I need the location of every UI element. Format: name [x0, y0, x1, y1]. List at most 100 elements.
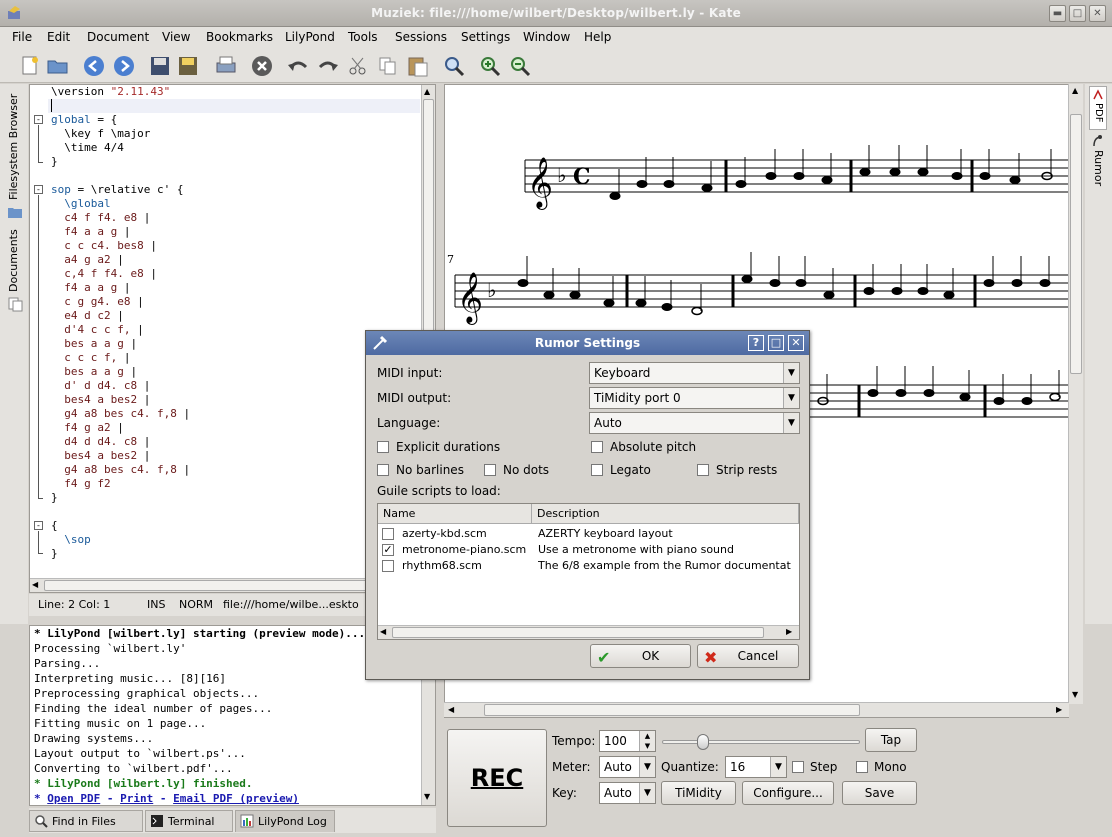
print-link[interactable]: Print	[120, 792, 153, 805]
maximize-icon[interactable]: □	[768, 335, 784, 351]
tempo-slider[interactable]	[662, 740, 860, 744]
find-icon[interactable]	[442, 54, 466, 78]
fold-marker[interactable]: -	[34, 521, 43, 530]
step-checkbox[interactable]	[792, 761, 804, 773]
back-icon[interactable]	[82, 54, 106, 78]
scroll-left-icon[interactable]: ◀	[380, 627, 386, 636]
menu-tools[interactable]: Tools	[348, 30, 378, 44]
scroll-left-icon[interactable]: ◀	[32, 580, 38, 589]
tab-documents[interactable]: Documents	[7, 228, 20, 292]
scroll-right-icon[interactable]: ▶	[786, 627, 792, 636]
zoom-out-icon[interactable]	[508, 54, 532, 78]
list-item[interactable]: ✓ metronome-piano.scm Use a metronome wi…	[378, 542, 799, 558]
new-document-icon[interactable]	[18, 54, 42, 78]
list-item[interactable]: azerty-kbd.scm AZERTY keyboard layout	[378, 526, 799, 542]
midi-input-combo[interactable]: Keyboard ▼	[589, 362, 800, 384]
minimize-button[interactable]: ▬	[1049, 5, 1066, 22]
menu-help[interactable]: Help	[584, 30, 611, 44]
zoom-in-icon[interactable]	[478, 54, 502, 78]
chevron-down-icon[interactable]: ▼	[783, 363, 799, 383]
save-icon[interactable]	[148, 54, 172, 78]
menu-settings[interactable]: Settings	[461, 30, 510, 44]
guile-scripts-list[interactable]: Name Description azerty-kbd.scm AZERTY k…	[377, 503, 800, 640]
cut-icon[interactable]	[346, 54, 370, 78]
no-dots-checkbox[interactable]	[484, 464, 496, 476]
open-folder-icon[interactable]	[46, 54, 70, 78]
folder-icon[interactable]	[7, 204, 23, 220]
redo-icon[interactable]	[316, 54, 340, 78]
quantize-combo[interactable]: 16 ▼	[725, 756, 787, 778]
tab-terminal[interactable]: Terminal	[145, 810, 233, 832]
spin-arrows-icon[interactable]: ▲ ▼	[639, 731, 655, 751]
scroll-left-icon[interactable]: ◀	[448, 705, 454, 714]
scroll-right-icon[interactable]: ▶	[1056, 705, 1062, 714]
menu-lilypond[interactable]: LilyPond	[285, 30, 335, 44]
undo-icon[interactable]	[286, 54, 310, 78]
save-all-icon[interactable]	[176, 54, 200, 78]
insert-mode[interactable]: INS	[147, 598, 165, 611]
no-barlines-checkbox[interactable]	[377, 464, 389, 476]
editor-horizontal-scrollbar[interactable]: ◀ ▶	[30, 578, 422, 592]
menu-file[interactable]: File	[12, 30, 32, 44]
save-button[interactable]: Save	[842, 781, 917, 805]
tempo-spinbox[interactable]: 100 ▲ ▼	[599, 730, 656, 752]
absolute-pitch-checkbox[interactable]	[591, 441, 603, 453]
fold-marker[interactable]: -	[34, 185, 43, 194]
language-combo[interactable]: Auto ▼	[589, 412, 800, 434]
configure-button[interactable]: Configure...	[742, 781, 834, 805]
tab-find-in-files[interactable]: Find in Files	[29, 810, 143, 832]
tab-filesystem-browser[interactable]: Filesystem Browser	[7, 88, 20, 200]
help-icon[interactable]: ?	[748, 335, 764, 351]
email-pdf-link[interactable]: Email PDF (preview)	[173, 792, 299, 805]
tab-lilypond-log[interactable]: LilyPond Log	[235, 810, 335, 832]
legato-checkbox[interactable]	[591, 464, 603, 476]
script-checkbox[interactable]	[382, 560, 394, 572]
close-icon[interactable]: ✕	[788, 335, 804, 351]
tab-rumor[interactable]: Rumor	[1089, 132, 1107, 198]
lilypond-source[interactable]: \version "2.11.43" global = { \key f \ma…	[51, 85, 190, 561]
forward-icon[interactable]	[112, 54, 136, 78]
tab-pdf[interactable]: PDF	[1089, 86, 1107, 130]
scroll-down-icon[interactable]: ▼	[424, 792, 430, 801]
chevron-down-icon[interactable]: ▼	[783, 388, 799, 408]
scroll-up-icon[interactable]: ▲	[1072, 86, 1078, 95]
scroll-down-icon[interactable]: ▼	[1072, 690, 1078, 699]
key-combo[interactable]: Auto ▼	[599, 782, 656, 804]
close-window-button[interactable]: ✕	[1089, 5, 1106, 22]
menu-view[interactable]: View	[162, 30, 190, 44]
print-icon[interactable]	[214, 54, 238, 78]
menu-bookmarks[interactable]: Bookmarks	[206, 30, 273, 44]
chevron-down-icon[interactable]: ▼	[639, 783, 655, 803]
chevron-down-icon[interactable]: ▼	[783, 413, 799, 433]
menu-edit[interactable]: Edit	[47, 30, 70, 44]
maximize-button[interactable]: □	[1069, 5, 1086, 22]
fold-marker[interactable]: -	[34, 115, 43, 124]
chevron-down-icon[interactable]: ▼	[770, 757, 786, 777]
mono-checkbox[interactable]	[856, 761, 868, 773]
copy-icon[interactable]	[376, 54, 400, 78]
menu-window[interactable]: Window	[523, 30, 570, 44]
cancel-button[interactable]: ✖ Cancel	[697, 644, 799, 668]
tap-button[interactable]: Tap	[865, 728, 917, 752]
chevron-down-icon[interactable]: ▼	[639, 757, 655, 777]
strip-rests-checkbox[interactable]	[697, 464, 709, 476]
scroll-up-icon[interactable]: ▲	[424, 87, 430, 96]
preview-vertical-scrollbar[interactable]: ▲ ▼	[1068, 84, 1083, 704]
script-checkbox-checked[interactable]: ✓	[382, 544, 394, 556]
column-header-name[interactable]: Name	[378, 504, 532, 524]
documents-icon[interactable]	[7, 296, 23, 312]
preview-horizontal-scrollbar[interactable]: ◀ ▶	[444, 702, 1069, 717]
column-header-description[interactable]: Description	[532, 504, 799, 524]
script-checkbox[interactable]	[382, 528, 394, 540]
tempo-slider-handle[interactable]	[697, 734, 709, 750]
menu-document[interactable]: Document	[87, 30, 149, 44]
ok-button[interactable]: ✔ OK	[590, 644, 691, 668]
meter-combo[interactable]: Auto ▼	[599, 756, 656, 778]
menu-sessions[interactable]: Sessions	[395, 30, 447, 44]
scripts-hscrollbar[interactable]: ◀ ▶	[378, 625, 799, 639]
close-document-icon[interactable]	[250, 54, 274, 78]
list-item[interactable]: rhythm68.scm The 6/8 example from the Ru…	[378, 558, 799, 574]
explicit-durations-checkbox[interactable]	[377, 441, 389, 453]
paste-icon[interactable]	[406, 54, 430, 78]
open-pdf-link[interactable]: Open PDF	[47, 792, 100, 805]
